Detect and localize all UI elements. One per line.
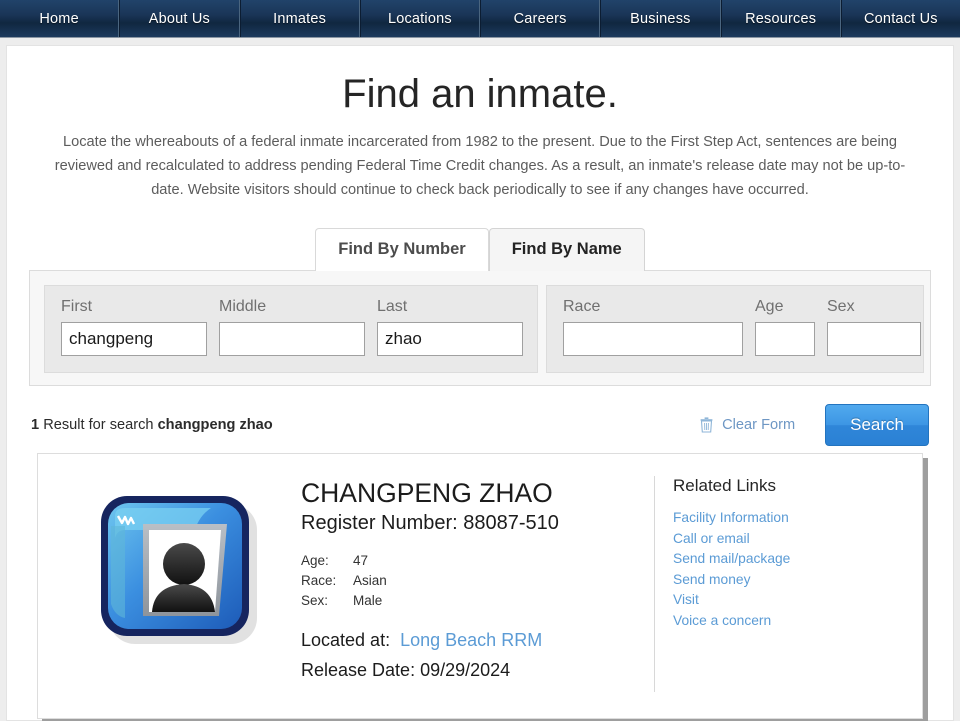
located-at-label: Located at: — [301, 630, 391, 651]
race-attribute-label: Race: — [301, 573, 337, 589]
last-name-input[interactable] — [377, 322, 523, 356]
age-attribute-label: Age: — [301, 553, 329, 569]
sex-select[interactable]: MaleFemale — [827, 322, 921, 356]
page-background: Find an inmate. Locate the whereabouts o… — [0, 38, 960, 721]
related-links-column: Related Links Facility Information Call … — [654, 476, 904, 692]
nav-label: Careers — [513, 10, 567, 27]
inmate-location: Located at: Long Beach RRM — [301, 625, 642, 655]
race-attribute-value: Asian — [353, 573, 387, 589]
result-count-label: Result for search — [43, 417, 154, 433]
inmate-result-card: CHANGPENG ZHAO Register Number: 88087-51… — [37, 453, 923, 719]
field-sex: Sex MaleFemale — [827, 298, 921, 356]
name-fields-group: First Middle Last — [44, 285, 538, 373]
race-label: Race — [563, 298, 601, 315]
field-race: Race AsianBlackNative AmericanWhite — [563, 298, 743, 356]
related-link-call-or-email[interactable]: Call or email — [673, 529, 904, 550]
race-select[interactable]: AsianBlackNative AmericanWhite — [563, 322, 743, 356]
main-navigation: Home About Us Inmates Locations Careers … — [0, 0, 960, 38]
nav-label: Locations — [387, 10, 452, 27]
last-name-label: Last — [377, 298, 408, 315]
nav-item-inmates[interactable]: Inmates — [239, 0, 360, 37]
trash-icon — [700, 417, 713, 433]
first-name-input[interactable] — [61, 322, 207, 356]
sex-attribute-value: Male — [353, 593, 383, 609]
nav-item-home[interactable]: Home — [0, 0, 120, 37]
age-input[interactable] — [755, 322, 815, 356]
inmate-register-number: Register Number: 88087-510 — [301, 512, 559, 535]
inmate-release-date: Release Date: 09/29/2024 — [301, 660, 511, 681]
first-name-label: First — [61, 298, 93, 315]
nav-label: Resources — [745, 10, 817, 27]
related-link-send-mail-package[interactable]: Send mail/package — [673, 549, 904, 570]
clear-form-button[interactable]: Clear Form — [700, 417, 795, 433]
related-link-facility-information[interactable]: Facility Information — [673, 508, 904, 529]
sex-attribute-label: Sex: — [301, 593, 329, 609]
page-title: Find an inmate. — [342, 72, 618, 116]
field-age: Age — [755, 298, 815, 356]
nav-item-business[interactable]: Business — [600, 0, 721, 37]
inmate-photo-column — [56, 476, 301, 692]
nav-label: Home — [39, 10, 79, 27]
demographic-fields-group: Race AsianBlackNative AmericanWhite Age … — [546, 285, 924, 373]
related-links-title: Related Links — [673, 476, 777, 495]
search-panel: First Middle Last Race AsianBlackNative … — [29, 270, 931, 386]
attribute-row-age: Age: 47 — [301, 551, 642, 571]
result-count-number: 1 — [31, 417, 40, 433]
field-middle: Middle — [219, 298, 365, 356]
inmate-name: CHANGPENG ZHAO — [301, 478, 553, 508]
result-count-text: 1 Result for search changpeng zhao — [31, 417, 273, 433]
nav-item-contact-us[interactable]: Contact Us — [840, 0, 960, 37]
nav-label: Inmates — [273, 10, 327, 27]
middle-name-label: Middle — [219, 298, 267, 315]
clear-form-label: Clear Form — [722, 417, 796, 433]
inmate-info-column: CHANGPENG ZHAO Register Number: 88087-51… — [301, 476, 642, 692]
facility-link[interactable]: Long Beach RRM — [400, 630, 542, 650]
results-toolbar: 1 Result for search changpeng zhao Clear… — [29, 403, 931, 447]
search-form: First Middle Last Race AsianBlackNative … — [44, 285, 924, 373]
tab-label: Find By Name — [511, 240, 622, 258]
related-link-visit[interactable]: Visit — [673, 590, 904, 611]
nav-item-careers[interactable]: Careers — [480, 0, 601, 37]
nav-item-about-us[interactable]: About Us — [119, 0, 240, 37]
nav-label: Contact Us — [864, 10, 938, 27]
search-button[interactable]: Search — [825, 404, 929, 446]
attribute-row-sex: Sex: Male — [301, 591, 642, 611]
related-link-voice-a-concern[interactable]: Voice a concern — [673, 611, 904, 632]
inmate-attributes: Age: 47 Race: Asian Sex: Male — [301, 551, 642, 611]
age-attribute-value: 47 — [353, 553, 369, 569]
tab-find-by-number[interactable]: Find By Number — [315, 228, 489, 271]
search-tabs: Find By Number Find By Name — [29, 228, 931, 271]
related-link-send-money[interactable]: Send money — [673, 570, 904, 591]
sex-label: Sex — [827, 298, 855, 315]
nav-item-resources[interactable]: Resources — [720, 0, 841, 37]
result-query: changpeng zhao — [157, 417, 273, 433]
page-description: Locate the whereabouts of a federal inma… — [54, 134, 906, 198]
field-last: Last — [377, 298, 523, 356]
age-label: Age — [755, 298, 784, 315]
photo-placeholder-icon — [101, 496, 257, 644]
tab-label: Find By Number — [338, 240, 466, 258]
nav-label: About Us — [148, 10, 210, 27]
middle-name-input[interactable] — [219, 322, 365, 356]
nav-item-locations[interactable]: Locations — [359, 0, 480, 37]
page-content: Find an inmate. Locate the whereabouts o… — [6, 45, 954, 721]
attribute-row-race: Race: Asian — [301, 571, 642, 591]
field-first: First — [61, 298, 207, 356]
nav-label: Business — [630, 10, 691, 27]
tab-find-by-name[interactable]: Find By Name — [488, 228, 645, 271]
